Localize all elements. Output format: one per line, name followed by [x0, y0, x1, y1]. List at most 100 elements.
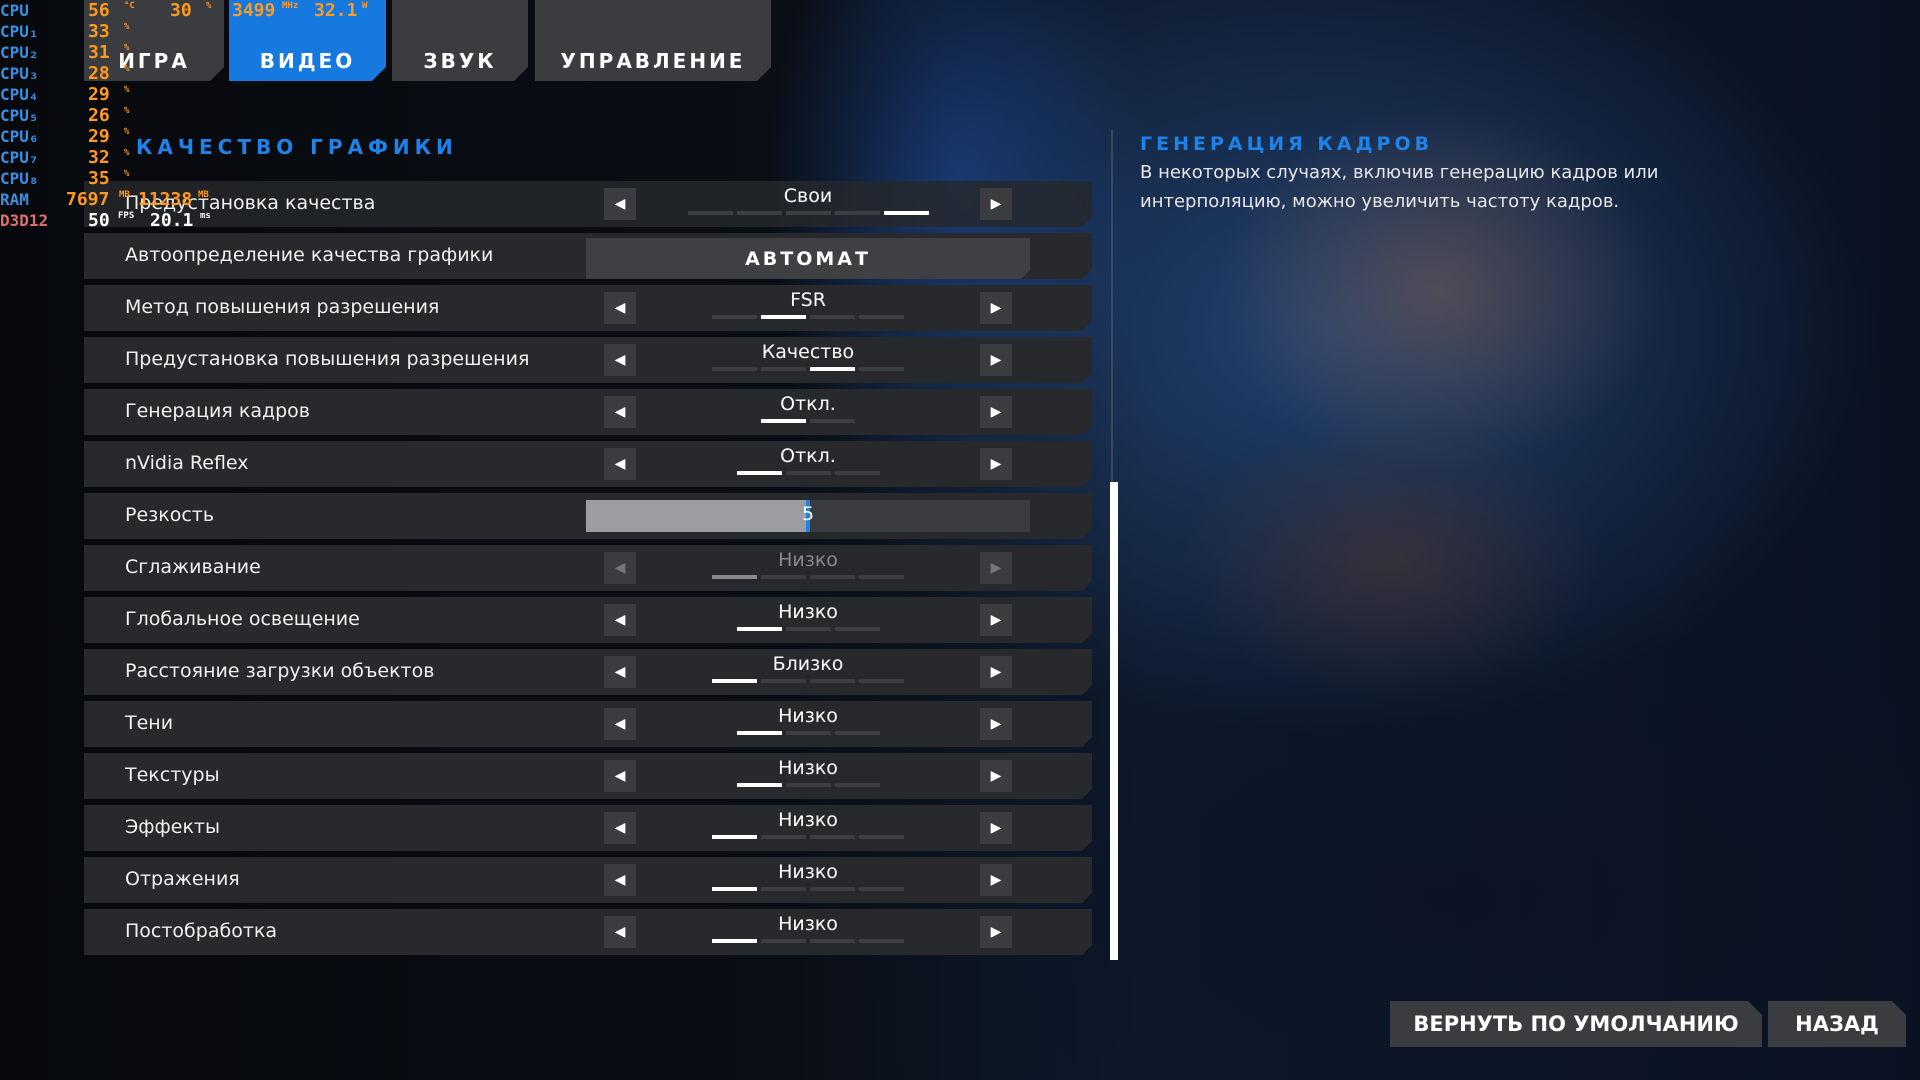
tab-controls[interactable]: УПРАВЛЕНИЕ	[535, 0, 771, 81]
scrollbar-thumb[interactable]	[1110, 482, 1118, 960]
osd-unit: FPS	[118, 211, 135, 221]
option-pip	[835, 211, 880, 215]
arrow-left-icon[interactable]: ◀	[604, 448, 636, 480]
option-pip	[786, 471, 831, 475]
osd-value: 26	[88, 105, 110, 126]
option-pip	[859, 575, 904, 579]
arrow-left-icon[interactable]: ◀	[604, 760, 636, 792]
arrow-right-icon[interactable]: ▶	[980, 188, 1012, 220]
setting-row[interactable]: Расстояние загрузки объектов ◀ Близко ▶	[84, 649, 1092, 695]
option-pip	[835, 471, 880, 475]
setting-row[interactable]: Тени ◀ Низко ▶	[84, 701, 1092, 747]
option-pip	[810, 939, 855, 943]
setting-row[interactable]: Автоопределение качества графики АВТОМАТ	[84, 233, 1092, 279]
arrow-right-icon[interactable]: ▶	[980, 864, 1012, 896]
setting-label: nVidia Reflex	[125, 452, 249, 474]
osd-row: CPU₅ 26%	[0, 105, 240, 126]
option-pip	[859, 679, 904, 683]
setting-row[interactable]: Эффекты ◀ Низко ▶	[84, 805, 1092, 851]
setting-label: Тени	[125, 712, 174, 734]
arrow-right-icon[interactable]: ▶	[980, 292, 1012, 324]
reset-defaults-button[interactable]: ВЕРНУТЬ ПО УМОЛЧАНИЮ	[1390, 1001, 1762, 1047]
setting-row[interactable]: Текстуры ◀ Низко ▶	[84, 753, 1092, 799]
arrow-left-icon[interactable]: ◀	[604, 188, 636, 220]
arrow-left-icon[interactable]: ◀	[604, 916, 636, 948]
osd-value: 35	[88, 168, 110, 189]
option-pip	[761, 367, 806, 371]
arrow-right-icon[interactable]: ▶	[980, 396, 1012, 428]
setting-value: Качество	[761, 341, 855, 363]
tab-sound[interactable]: ЗВУК	[392, 0, 528, 81]
setting-row[interactable]: Резкость 5	[84, 493, 1092, 539]
sharpness-slider[interactable]: 5	[586, 500, 1030, 532]
arrow-right-icon[interactable]: ▶	[980, 604, 1012, 636]
osd-label: CPU₇	[0, 148, 39, 167]
option-pip	[712, 679, 757, 683]
arrow-right-icon[interactable]: ▶	[980, 448, 1012, 480]
arrow-right-icon[interactable]: ▶	[980, 708, 1012, 740]
arrow-left-icon[interactable]: ◀	[604, 812, 636, 844]
osd-unit: %	[124, 148, 130, 158]
slider-value: 5	[801, 503, 815, 525]
option-pip	[761, 835, 806, 839]
setting-row[interactable]: Отражения ◀ Низко ▶	[84, 857, 1092, 903]
osd-unit: MB	[198, 190, 209, 200]
setting-row[interactable]: Метод повышения разрешения ◀ FSR ▶	[84, 285, 1092, 331]
setting-row[interactable]: Генерация кадров ◀ Откл. ▶	[84, 389, 1092, 435]
option-pip	[810, 679, 855, 683]
setting-row[interactable]: Глобальное освещение ◀ Низко ▶	[84, 597, 1092, 643]
setting-value: Откл.	[780, 393, 836, 415]
arrow-right-icon[interactable]: ▶	[980, 760, 1012, 792]
arrow-left-icon[interactable]: ◀	[604, 604, 636, 636]
option-pip	[712, 315, 757, 319]
option-indicator	[761, 419, 855, 423]
option-pip	[712, 367, 757, 371]
setting-label: Резкость	[125, 504, 215, 526]
osd-unit: %	[124, 106, 130, 116]
setting-value: Низко	[778, 861, 838, 883]
osd-row: CPU₆ 29%	[0, 126, 240, 147]
setting-value: Откл.	[780, 445, 836, 467]
option-pip	[810, 315, 855, 319]
arrow-right-icon[interactable]: ▶	[980, 552, 1012, 584]
option-pip	[810, 419, 855, 423]
option-indicator	[712, 315, 904, 319]
osd-value: 31	[88, 42, 110, 63]
setting-label: Эффекты	[125, 816, 220, 838]
arrow-left-icon[interactable]: ◀	[604, 656, 636, 688]
osd-label: CPU₅	[0, 106, 39, 125]
setting-value: Низко	[778, 913, 838, 935]
option-indicator	[712, 367, 904, 371]
auto-detect-button[interactable]: АВТОМАТ	[586, 238, 1030, 280]
arrow-right-icon[interactable]: ▶	[980, 344, 1012, 376]
option-pip	[737, 627, 782, 631]
arrow-left-icon[interactable]: ◀	[604, 864, 636, 896]
arrow-left-icon[interactable]: ◀	[604, 344, 636, 376]
osd-value: 32.1	[314, 0, 358, 21]
back-button[interactable]: НАЗАД	[1768, 1001, 1906, 1047]
info-description: В некоторых случаях, включив генерацию к…	[1140, 162, 1659, 212]
osd-label: D3D12	[0, 211, 49, 230]
setting-row[interactable]: Сглаживание ◀ Низко ▶	[84, 545, 1092, 591]
info-title: ГЕНЕРАЦИЯ КАДРОВ	[1140, 133, 1434, 155]
arrow-right-icon[interactable]: ▶	[980, 812, 1012, 844]
arrow-left-icon[interactable]: ◀	[604, 292, 636, 324]
arrow-left-icon[interactable]: ◀	[604, 552, 636, 584]
osd-row: CPU₁ 33%	[0, 21, 240, 42]
arrow-left-icon[interactable]: ◀	[604, 396, 636, 428]
osd-value: 32	[88, 147, 110, 168]
setting-value: Низко	[778, 549, 838, 571]
option-pip	[712, 939, 757, 943]
setting-row[interactable]: nVidia Reflex ◀ Откл. ▶	[84, 441, 1092, 487]
setting-value: Низко	[778, 601, 838, 623]
arrow-right-icon[interactable]: ▶	[980, 656, 1012, 688]
setting-value: Свои	[783, 185, 833, 207]
setting-label: Расстояние загрузки объектов	[125, 660, 435, 682]
arrow-left-icon[interactable]: ◀	[604, 708, 636, 740]
option-pip	[712, 835, 757, 839]
arrow-right-icon[interactable]: ▶	[980, 916, 1012, 948]
osd-row: CPU 56 °C 30% 3499 MHz 32.1 W	[0, 0, 367, 21]
osd-label: CPU₆	[0, 127, 39, 146]
setting-row[interactable]: Постобработка ◀ Низко ▶	[84, 909, 1092, 955]
setting-row[interactable]: Предустановка повышения разрешения ◀ Качес…	[84, 337, 1092, 383]
